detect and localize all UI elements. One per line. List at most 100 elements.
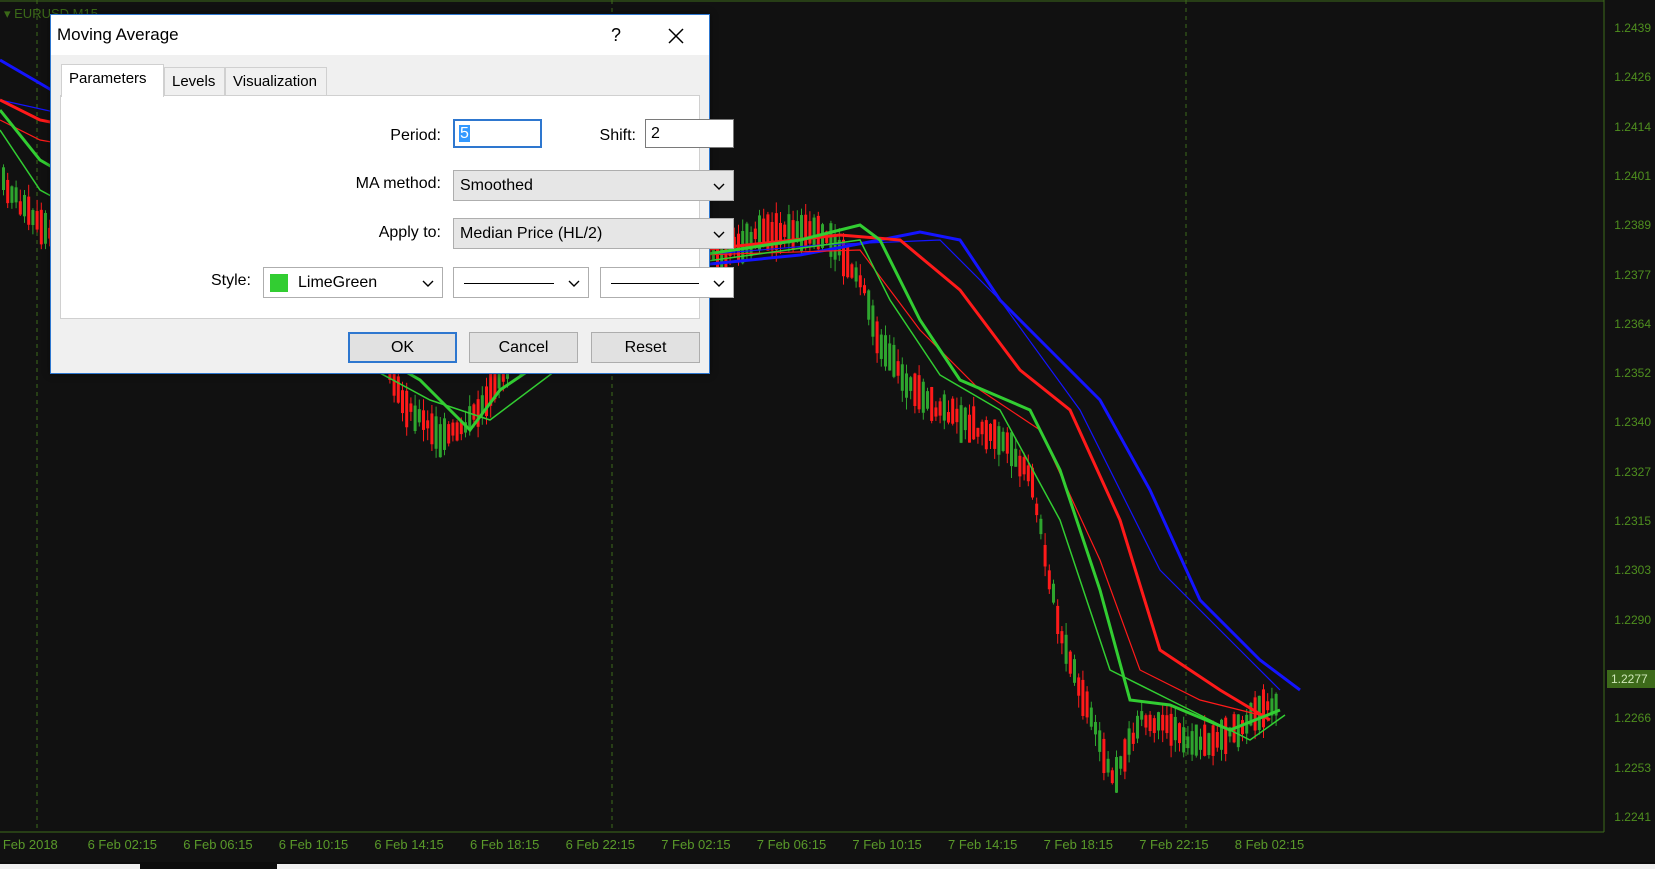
- candle-body: [1220, 719, 1223, 750]
- candle-body: [1073, 659, 1076, 683]
- candle-body: [409, 403, 413, 412]
- time-tick-label: 6 Feb 18:15: [470, 837, 540, 852]
- candle-body: [800, 215, 803, 252]
- close-icon: [668, 28, 684, 44]
- candle-body: [18, 201, 22, 215]
- price-tick-label: 1.2253: [1614, 760, 1651, 775]
- candle-body: [31, 210, 35, 226]
- apply-to-select[interactable]: Median Price (HL/2): [453, 218, 734, 249]
- candle-body: [808, 221, 812, 244]
- chevron-down-icon: [422, 280, 434, 287]
- price-tick-label: 1.2327: [1614, 464, 1651, 479]
- candle-body: [1173, 716, 1177, 741]
- candle-body: [888, 343, 892, 371]
- candle-body: [1077, 677, 1081, 696]
- candle-body: [938, 401, 942, 416]
- candle-body: [783, 224, 787, 237]
- candle-body: [1064, 634, 1068, 664]
- reset-button[interactable]: Reset: [591, 332, 700, 363]
- candle-body: [1241, 720, 1244, 735]
- candle-body: [1047, 570, 1051, 590]
- candle-body: [1157, 712, 1160, 731]
- candle-body: [955, 408, 959, 423]
- time-tick-label: 6 Feb 06:15: [183, 837, 253, 852]
- candle-body: [871, 305, 875, 337]
- candle-body: [443, 418, 446, 450]
- candle-body: [405, 390, 409, 428]
- current-price-label: 1.2277: [1607, 670, 1655, 688]
- ok-button[interactable]: OK: [348, 332, 457, 363]
- tab-levels[interactable]: Levels: [164, 67, 225, 95]
- candle-body: [917, 375, 921, 410]
- candle-body: [1039, 518, 1043, 535]
- close-button[interactable]: [651, 19, 701, 51]
- chevron-down-icon: [713, 183, 725, 190]
- time-tick-label: 7 Feb 10:15: [852, 837, 922, 852]
- candle-body: [854, 267, 858, 282]
- candle-body: [816, 215, 820, 250]
- candle-body: [1022, 457, 1026, 475]
- candle-body: [909, 377, 913, 391]
- candle-body: [1236, 714, 1240, 748]
- help-button[interactable]: ?: [596, 19, 636, 51]
- time-tick-label: 6 Feb 02:15: [87, 837, 157, 852]
- tab-parameters[interactable]: Parameters: [61, 64, 164, 97]
- candle-body: [1161, 714, 1165, 731]
- candle-body: [1089, 707, 1093, 727]
- candle-body: [921, 381, 925, 413]
- bottom-tab-1[interactable]: [0, 864, 140, 869]
- price-tick-label: 1.2241: [1614, 809, 1651, 824]
- ma-method-select[interactable]: Smoothed: [453, 170, 734, 201]
- candle-body: [753, 228, 757, 240]
- period-input[interactable]: 5: [453, 119, 542, 148]
- candle-body: [1081, 679, 1085, 716]
- candle-body: [2, 167, 5, 191]
- price-tick-label: 1.2364: [1614, 316, 1651, 331]
- candle-body: [422, 410, 425, 430]
- candle-body: [850, 264, 854, 278]
- shift-input[interactable]: 2: [645, 119, 734, 148]
- shift-label: Shift:: [599, 127, 636, 144]
- candle-body: [1119, 756, 1123, 769]
- candle-body: [980, 421, 984, 435]
- candle-body: [879, 334, 883, 359]
- candle-body: [934, 407, 938, 417]
- candle-body: [1215, 732, 1219, 748]
- tab-visualization[interactable]: Visualization: [225, 67, 327, 95]
- candle-body: [39, 209, 43, 245]
- time-tick-label: 7 Feb 22:15: [1139, 837, 1209, 852]
- candle-body: [905, 373, 908, 398]
- candle-body: [1224, 717, 1228, 755]
- candle-body: [417, 409, 421, 423]
- candle-body: [858, 275, 862, 288]
- price-tick-label: 1.2377: [1614, 267, 1651, 282]
- dialog-titlebar[interactable]: Moving Average ?: [51, 15, 709, 55]
- candle-body: [942, 394, 946, 421]
- candle-body: [468, 406, 472, 430]
- candle-body: [804, 214, 808, 248]
- candle-body: [1262, 689, 1265, 728]
- candle-body: [1194, 724, 1198, 756]
- line-width-select[interactable]: [600, 267, 734, 298]
- candle-body: [812, 217, 816, 247]
- price-tick-label: 1.2439: [1614, 21, 1651, 35]
- line-style-select[interactable]: [453, 267, 589, 298]
- period-value: 5: [459, 125, 470, 142]
- style-color-select[interactable]: LimeGreen: [263, 267, 443, 298]
- candle-body: [1068, 651, 1072, 674]
- time-tick-label: 7 Feb 14:15: [948, 837, 1018, 852]
- candle-body: [1127, 728, 1131, 755]
- candle-body: [762, 218, 766, 245]
- price-tick-label: 1.2426: [1614, 70, 1651, 85]
- line-style-preview: [464, 283, 554, 284]
- price-tick-label: 1.2401: [1614, 168, 1651, 183]
- candle-body: [951, 398, 955, 424]
- candle-body: [44, 212, 47, 244]
- candle-body: [413, 405, 417, 432]
- cancel-button[interactable]: Cancel: [469, 332, 578, 363]
- candle-body: [401, 390, 404, 414]
- candle-body: [884, 335, 887, 367]
- bottom-tab-2[interactable]: [277, 864, 1655, 869]
- moving-average-dialog: Moving Average ? Parameters Levels Visua…: [50, 14, 734, 374]
- candle-body: [791, 220, 795, 251]
